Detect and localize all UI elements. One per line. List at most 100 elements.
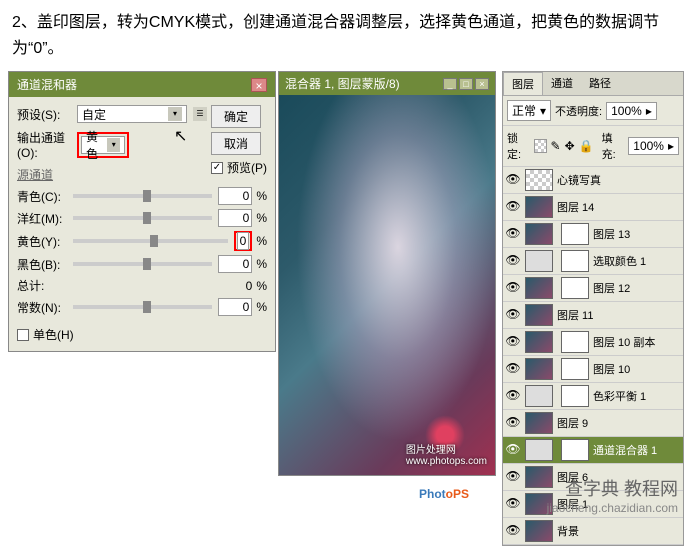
chevron-down-icon: ▾ — [168, 107, 182, 121]
layer-item[interactable]: 👁选取颜色 1 — [503, 248, 683, 275]
layer-item[interactable]: 👁 图层 14 — [503, 194, 683, 221]
close-icon[interactable]: × — [251, 78, 267, 92]
photops-logo: PhotoPS — [419, 482, 469, 503]
visibility-icon[interactable]: 👁 — [505, 361, 521, 377]
dialog-title: 通道混和器 — [17, 76, 77, 93]
layer-thumbnail[interactable] — [525, 358, 553, 380]
chevron-icon: ▸ — [668, 139, 674, 153]
tab-paths[interactable]: 路径 — [581, 72, 619, 95]
preset-dropdown[interactable]: 自定 ▾ — [77, 105, 187, 123]
canvas-watermark: 图片处理网 www.photops.com — [406, 441, 487, 467]
layer-name: 图层 14 — [557, 199, 681, 215]
output-channel-value: 黄色 — [86, 128, 107, 162]
visibility-icon[interactable]: 👁 — [505, 226, 521, 242]
layer-thumbnail[interactable] — [525, 277, 553, 299]
visibility-icon[interactable]: 👁 — [505, 172, 521, 188]
layer-item[interactable]: 👁背景 — [503, 518, 683, 545]
lock-move-icon[interactable]: ✥ — [565, 139, 575, 153]
cyan-slider[interactable] — [73, 194, 212, 198]
ok-button[interactable]: 确定 — [211, 105, 261, 128]
channel-mixer-dialog: 通道混和器 × 确定 取消 ✓ 预览(P) 预设(S): 自定 ▾ ☰ — [8, 71, 276, 352]
layer-thumbnail[interactable] — [525, 169, 553, 191]
layer-item[interactable]: 👁 图层 13 — [503, 221, 683, 248]
layer-thumbnail[interactable] — [525, 520, 553, 542]
layer-thumbnail[interactable] — [525, 439, 553, 461]
layer-mask-thumbnail[interactable] — [561, 439, 589, 461]
layer-item[interactable]: 👁 图层 10 — [503, 356, 683, 383]
constant-label: 常数(N): — [17, 299, 67, 316]
cyan-input[interactable]: 0 — [218, 187, 252, 205]
lock-brush-icon[interactable]: ✎ — [551, 139, 561, 153]
slider-thumb[interactable] — [143, 190, 151, 202]
yellow-input[interactable]: 0 — [237, 232, 250, 250]
cancel-button[interactable]: 取消 — [211, 132, 261, 155]
magenta-input[interactable]: 0 — [218, 209, 252, 227]
layer-mask-thumbnail[interactable] — [561, 223, 589, 245]
document-titlebar[interactable]: 混合器 1, 图层蒙版/8) _ □ × — [279, 72, 495, 95]
maximize-icon[interactable]: □ — [459, 78, 473, 90]
black-slider[interactable] — [73, 262, 212, 266]
layer-thumbnail[interactable] — [525, 223, 553, 245]
canvas[interactable]: 图片处理网 www.photops.com — [279, 95, 495, 475]
layer-item[interactable]: 👁通道混合器 1 — [503, 437, 683, 464]
visibility-icon[interactable]: 👁 — [505, 334, 521, 350]
slider-thumb[interactable] — [143, 258, 151, 270]
layer-mask-thumbnail[interactable] — [561, 277, 589, 299]
layer-thumbnail[interactable] — [525, 196, 553, 218]
layer-item[interactable]: 👁图层 9 — [503, 410, 683, 437]
preview-checkbox[interactable]: ✓ — [211, 162, 223, 174]
layer-thumbnail[interactable] — [525, 385, 553, 407]
lock-transparent-icon[interactable] — [534, 139, 547, 153]
visibility-icon[interactable]: 👁 — [505, 280, 521, 296]
visibility-icon[interactable]: 👁 — [505, 253, 521, 269]
instruction-text: 2、盖印图层，转为CMYK模式，创建通道混合器调整层，选择黄色通道，把黄色的数据… — [0, 0, 688, 71]
opacity-input[interactable]: 100%▸ — [606, 102, 657, 120]
magenta-slider[interactable] — [73, 216, 212, 220]
dialog-titlebar[interactable]: 通道混和器 × — [9, 72, 275, 97]
layer-name: 图层 10 副本 — [593, 334, 681, 350]
visibility-icon[interactable]: 👁 — [505, 388, 521, 404]
layer-name: 图层 13 — [593, 226, 681, 242]
tab-layers[interactable]: 图层 — [503, 72, 543, 95]
visibility-icon[interactable]: 👁 — [505, 442, 521, 458]
layer-mask-thumbnail[interactable] — [561, 358, 589, 380]
layer-item[interactable]: 👁图层 11 — [503, 302, 683, 329]
blend-mode-dropdown[interactable]: 正常 ▾ — [507, 100, 551, 121]
minimize-icon[interactable]: _ — [443, 78, 457, 90]
layer-thumbnail[interactable] — [525, 250, 553, 272]
preset-menu-icon[interactable]: ☰ — [193, 107, 207, 121]
visibility-icon[interactable]: 👁 — [505, 415, 521, 431]
slider-thumb[interactable] — [143, 212, 151, 224]
constant-slider[interactable] — [73, 305, 212, 309]
visibility-icon[interactable]: 👁 — [505, 496, 521, 512]
layer-mask-thumbnail[interactable] — [561, 250, 589, 272]
black-input[interactable]: 0 — [218, 255, 252, 273]
visibility-icon[interactable]: 👁 — [505, 199, 521, 215]
close-icon[interactable]: × — [475, 78, 489, 90]
visibility-icon[interactable]: 👁 — [505, 307, 521, 323]
output-channel-label: 输出通道(O): — [17, 129, 77, 160]
layer-item[interactable]: 👁心镜写真 — [503, 167, 683, 194]
lock-all-icon[interactable]: 🔒 — [579, 139, 594, 153]
monochrome-checkbox[interactable] — [17, 329, 29, 341]
layer-mask-thumbnail[interactable] — [561, 331, 589, 353]
output-channel-dropdown[interactable]: 黄色 ▾ — [81, 136, 125, 154]
layer-thumbnail[interactable] — [525, 331, 553, 353]
visibility-icon[interactable]: 👁 — [505, 469, 521, 485]
fill-input[interactable]: 100%▸ — [628, 137, 679, 155]
lock-label: 锁定: — [507, 130, 530, 162]
slider-thumb[interactable] — [150, 235, 158, 247]
constant-input[interactable]: 0 — [218, 298, 252, 316]
visibility-icon[interactable]: 👁 — [505, 523, 521, 539]
chevron-down-icon: ▾ — [107, 138, 120, 152]
layer-item[interactable]: 👁色彩平衡 1 — [503, 383, 683, 410]
layer-thumbnail[interactable] — [525, 304, 553, 326]
layer-thumbnail[interactable] — [525, 412, 553, 434]
layer-item[interactable]: 👁 图层 10 副本 — [503, 329, 683, 356]
layer-mask-thumbnail[interactable] — [561, 385, 589, 407]
layer-item[interactable]: 👁图层 12 — [503, 275, 683, 302]
tab-channels[interactable]: 通道 — [543, 72, 581, 95]
yellow-slider[interactable] — [73, 239, 228, 243]
slider-thumb[interactable] — [143, 301, 151, 313]
layer-name: 图层 10 — [593, 361, 681, 377]
